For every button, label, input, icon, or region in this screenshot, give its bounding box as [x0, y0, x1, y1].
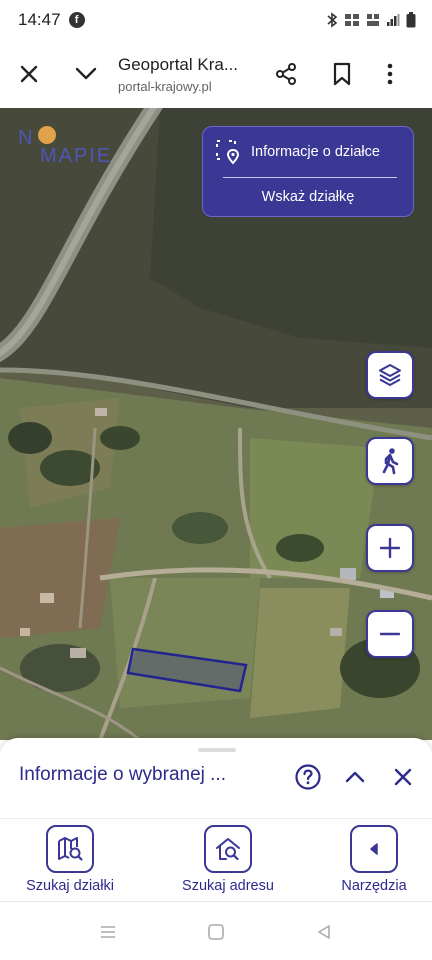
share-button[interactable] [264, 52, 308, 96]
bluetooth-icon [327, 12, 338, 28]
bookmark-icon [333, 62, 351, 86]
signal-icon [387, 14, 400, 26]
select-parcel-button[interactable]: Wskaż działkę [203, 178, 413, 218]
help-icon [295, 764, 321, 790]
system-navigation-bar [0, 902, 432, 960]
close-sheet-button[interactable] [386, 760, 420, 794]
nav-search-parcel[interactable]: Szukaj działki [5, 825, 135, 894]
status-icons [326, 12, 416, 28]
bookmark-button[interactable] [320, 52, 364, 96]
parcel-info-header[interactable]: Informacje o działce [203, 127, 413, 177]
browser-toolbar: Geoportal Kra... portal-krajowy.pl [0, 40, 432, 108]
map-search-icon [58, 837, 83, 861]
recent-apps-button[interactable] [96, 920, 120, 944]
close-button[interactable] [7, 52, 51, 96]
pedestrian-button[interactable] [366, 437, 414, 485]
battery-icon [406, 12, 416, 28]
home-search-icon [216, 838, 240, 861]
nav-label: Szukaj adresu [182, 878, 274, 894]
nav-tools[interactable]: Narzędzia [309, 825, 432, 894]
page-info[interactable]: Geoportal Kra... portal-krajowy.pl [118, 55, 254, 94]
minimize-button[interactable] [64, 52, 108, 96]
chevron-left-icon [370, 843, 378, 855]
map-view[interactable]: N MAPIE Informacje o działce Wskaż dział… [0, 108, 432, 740]
zoom-in-icon [379, 537, 401, 559]
close-icon [394, 768, 412, 786]
page-title: Geoportal Kra... [118, 54, 239, 74]
home-button[interactable] [204, 920, 228, 944]
volte-lte-icon [345, 14, 359, 26]
parcel-info-panel[interactable]: Informacje o działce Wskaż działkę [202, 126, 414, 217]
more-options-button[interactable] [368, 52, 412, 96]
help-button[interactable] [291, 760, 325, 794]
nav-icon-box [204, 825, 252, 873]
zoom-in-button[interactable] [366, 524, 414, 572]
lte-icon [367, 14, 379, 26]
nav-icon-box [46, 825, 94, 873]
zoom-out-button[interactable] [366, 610, 414, 658]
page-url: portal-krajowy.pl [118, 78, 212, 94]
sheet-title: Informacje o wybranej ... [19, 764, 226, 785]
logo-pin-icon [38, 126, 56, 144]
nav-icon-box [350, 825, 398, 873]
logo-text-top: N [18, 127, 35, 149]
back-triangle-icon [318, 925, 330, 939]
chevron-up-icon [345, 771, 365, 783]
expand-sheet-button[interactable] [338, 760, 372, 794]
more-vertical-icon [387, 63, 393, 85]
share-icon [276, 63, 296, 85]
nav-search-address[interactable]: Szukaj adresu [163, 825, 293, 894]
nav-label: Szukaj działki [26, 878, 114, 894]
pedestrian-icon [382, 448, 399, 475]
status-time: 14:47 [18, 10, 61, 29]
close-icon [20, 65, 38, 83]
nav-label: Narzędzia [341, 878, 407, 894]
facebook-icon: f [68, 12, 85, 28]
bottom-navigation: Szukaj działki Szukaj adresu Narzędzia [0, 818, 432, 902]
layers-icon [379, 364, 401, 386]
select-area-pin-icon [216, 140, 240, 165]
square-icon [208, 924, 224, 940]
sheet-drag-handle[interactable] [198, 748, 236, 752]
back-button[interactable] [312, 920, 336, 944]
chevron-down-icon [75, 67, 97, 80]
status-bar: 14:47 f [0, 0, 432, 40]
logo-text-bottom: MAPIE [40, 145, 113, 167]
parcel-info-sheet: Informacje o wybranej ... [0, 738, 432, 818]
parcel-info-title: Informacje o działce [251, 144, 380, 160]
layers-button[interactable] [366, 351, 414, 399]
status-left: 14:47 f [18, 10, 85, 30]
menu-lines-icon [101, 926, 115, 938]
zoom-out-icon [379, 632, 401, 636]
